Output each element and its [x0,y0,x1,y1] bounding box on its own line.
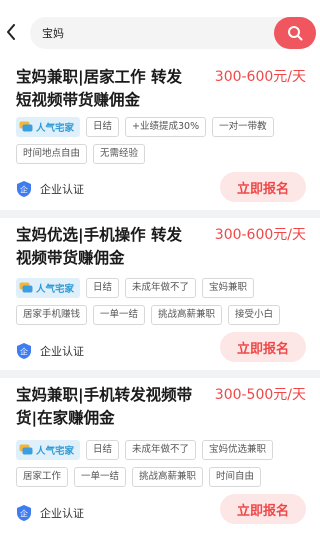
job-tag: 未成年做不了 [125,440,197,460]
job-title[interactable]: 宝妈优选|手机操作 转发视频带货赚佣金 [16,224,196,270]
svg-text:企: 企 [20,509,28,519]
tag-row: 时间地点自由 无需经验 [16,144,146,164]
job-tag: 未成年做不了 [125,278,197,298]
company-verification: 企 企业认证 [16,180,84,198]
chat-bubble-icon [19,121,33,132]
job-tag: 接受小白 [228,305,281,325]
job-salary: 300-600元/天 [214,227,306,243]
job-salary: 300-600元/天 [214,69,306,85]
verify-label: 企业认证 [40,183,84,196]
apply-button[interactable]: 立即报名 [220,172,306,202]
job-tag: 一单一结 [74,467,127,487]
job-title[interactable]: 宝妈兼职|手机转发视频带货|在家赚佣金 [16,384,196,430]
tag-row: 居家工作 一单一结 挑战高薪兼职 时间自由 [16,467,262,487]
search-query-text: 宝妈 [42,27,64,40]
tag-row: 人气宅家 日结 未成年做不了 宝妈兼职 [16,278,255,298]
hot-tag: 人气宅家 [16,278,81,298]
shield-verified-icon: 企 [17,181,31,197]
job-card[interactable]: 宝妈兼职|手机转发视频带货|在家赚佣金 300-500元/天 人气宅家 日结 未… [0,378,320,536]
svg-text:企: 企 [20,185,28,195]
job-card[interactable]: 宝妈优选|手机操作 转发视频带货赚佣金 300-600元/天 人气宅家 日结 未… [0,218,320,370]
job-tag: 一单一结 [93,305,146,325]
shield-verified-icon: 企 [17,343,31,359]
top-bar: 宝妈 [0,0,320,64]
hot-tag-label: 人气宅家 [36,446,75,457]
back-arrow-icon [7,24,15,40]
hot-tag: 人气宅家 [16,440,81,460]
job-card[interactable]: 宝妈兼职|居家工作 转发短视频带货赚佣金 300-600元/天 人气宅家 日结 … [0,60,320,210]
job-tag: +业绩提成30% [125,117,207,137]
job-tag: 无需经验 [93,144,146,164]
job-tag: 时间自由 [209,467,262,487]
company-verification: 企 企业认证 [16,342,84,360]
back-button[interactable] [2,20,20,44]
search-input[interactable]: 宝妈 [30,17,316,49]
job-tag: 宝妈优选兼职 [202,440,274,460]
search-button[interactable] [274,17,316,49]
verify-label: 企业认证 [40,345,84,358]
hot-tag: 人气宅家 [16,117,81,137]
tag-row: 人气宅家 日结 +业绩提成30% 一对一带教 [16,117,274,137]
job-tag: 居家手机赚钱 [16,305,88,325]
company-verification: 企 企业认证 [16,504,84,522]
job-tag: 一对一带教 [212,117,274,137]
tag-row: 居家手机赚钱 一单一结 挑战高薪兼职 接受小白 [16,305,281,325]
hot-tag-label: 人气宅家 [36,284,75,295]
apply-button[interactable]: 立即报名 [220,494,306,524]
job-tag: 日结 [86,440,120,460]
search-icon [288,26,303,41]
job-tag: 时间地点自由 [16,144,88,164]
tag-row: 人气宅家 日结 未成年做不了 宝妈优选兼职 [16,440,274,460]
job-tag: 日结 [86,278,120,298]
shield-verified-icon: 企 [17,505,31,521]
job-tag: 日结 [86,117,120,137]
job-tag: 居家工作 [16,467,69,487]
job-title[interactable]: 宝妈兼职|居家工作 转发短视频带货赚佣金 [16,66,196,112]
job-salary: 300-500元/天 [214,387,306,403]
job-tag: 宝妈兼职 [202,278,255,298]
chat-bubble-icon [19,444,33,455]
job-tag: 挑战高薪兼职 [132,467,204,487]
chat-bubble-icon [19,282,33,293]
apply-button[interactable]: 立即报名 [220,332,306,362]
job-tag: 挑战高薪兼职 [151,305,223,325]
hot-tag-label: 人气宅家 [36,123,75,134]
svg-text:企: 企 [20,347,28,357]
verify-label: 企业认证 [40,507,84,520]
